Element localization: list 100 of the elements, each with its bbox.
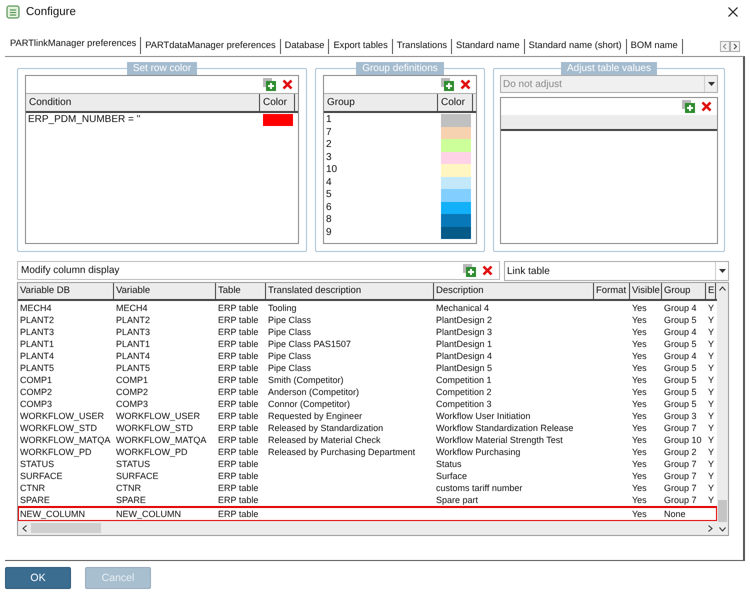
column-header: Color: [260, 94, 295, 111]
vertical-scrollbar[interactable]: [717, 283, 728, 535]
scroll-up-icon[interactable]: [719, 286, 726, 291]
scroll-down-icon[interactable]: [719, 527, 726, 532]
color-swatch[interactable]: [263, 114, 293, 126]
group-title: Set row color: [126, 62, 198, 75]
color-swatch[interactable]: [441, 214, 471, 226]
tab[interactable]: Standard name: [452, 39, 525, 54]
group-title: Adjust table values: [561, 62, 657, 75]
delete-icon[interactable]: [482, 265, 493, 276]
table-cell-text: MECH4: [115, 302, 149, 314]
horizontal-scrollbar[interactable]: [18, 521, 717, 535]
add-icon[interactable]: [682, 100, 695, 113]
table-cell-text: PLANT1: [19, 338, 56, 350]
scroll-thumb[interactable]: [31, 523, 101, 533]
add-icon[interactable]: [263, 78, 276, 91]
table-cell-text: WORKFLOW_MATQA: [19, 434, 112, 446]
table-cell-text: Group 3: [663, 410, 698, 422]
color-swatch[interactable]: [441, 202, 471, 214]
scroll-right-icon[interactable]: [708, 524, 713, 532]
table-cell-text: Group 10: [663, 434, 703, 446]
table-cell-text: ERP table: [217, 314, 260, 326]
column-header[interactable]: E: [706, 283, 716, 299]
column-header[interactable]: Visible: [630, 283, 662, 299]
add-icon[interactable]: [441, 78, 454, 91]
table-cell-text: WORKFLOW_STD: [19, 422, 98, 434]
table-cell-text: Mechanical 4: [435, 302, 490, 314]
table-cell-text: Group 7: [663, 482, 698, 494]
delete-icon[interactable]: [701, 101, 712, 112]
color-swatch[interactable]: [441, 189, 471, 202]
tab[interactable]: Standard name (short): [524, 39, 627, 54]
column-header[interactable]: Translated description: [266, 283, 434, 299]
color-swatch[interactable]: [441, 139, 471, 152]
group-number[interactable]: 7: [324, 126, 441, 139]
table-cell-text: Connor (Competitor): [267, 398, 352, 410]
tab[interactable]: PARTlinkManager preferences: [6, 37, 142, 54]
table-cell-text: Yes: [631, 314, 648, 326]
scroll-right-icon[interactable]: [730, 41, 740, 52]
table-cell-text: ERP table: [217, 434, 260, 446]
group-number[interactable]: 5: [324, 189, 441, 202]
table-cell-text: Competition 2: [435, 386, 493, 398]
table-cell-text: Y: [707, 410, 716, 422]
table-cell-text: Group 7: [663, 470, 698, 482]
table-cell-text: ERP table: [217, 446, 260, 458]
table-cell-text: PLANT4: [115, 350, 152, 362]
color-swatch[interactable]: [441, 164, 471, 176]
column-header[interactable]: Table: [216, 283, 266, 299]
table-cell-text: COMP2: [115, 386, 150, 398]
table-cell-text: Y: [707, 326, 716, 338]
group-number[interactable]: 1: [324, 114, 441, 126]
group-number[interactable]: 10: [324, 164, 441, 176]
table-cell-text: COMP1: [115, 374, 150, 386]
table-cell-text: Workflow Standardization Release: [435, 422, 574, 434]
ok-button[interactable]: OK: [5, 567, 71, 589]
table-cell-text: PLANT5: [19, 362, 56, 374]
tab[interactable]: Translations: [392, 39, 452, 54]
color-swatch[interactable]: [441, 152, 471, 164]
column-header[interactable]: Variable: [114, 283, 216, 299]
table-cell-text: Yes: [631, 398, 648, 410]
color-swatch[interactable]: [441, 114, 471, 126]
column-header[interactable]: Variable DB: [18, 283, 114, 299]
highlighted-row[interactable]: NEW_COLUMN NEW_COLUMN ERP table Yes None: [18, 507, 717, 521]
tab[interactable]: Export tables: [329, 39, 393, 54]
add-icon[interactable]: [463, 264, 476, 277]
table-cell-text: Yes: [631, 434, 648, 446]
column-header[interactable]: Format: [594, 283, 630, 299]
column-header: Group: [324, 94, 438, 111]
column-header[interactable]: Group: [662, 283, 706, 299]
table-cell-text: Group 5: [663, 386, 698, 398]
dropdown[interactable]: Link table: [504, 261, 729, 281]
column-header: Color: [438, 94, 473, 111]
group-number[interactable]: 3: [324, 152, 441, 164]
table-cell-text: Tooling: [267, 302, 298, 314]
color-swatch[interactable]: [441, 126, 471, 139]
column-header[interactable]: Description: [434, 283, 594, 299]
group-number[interactable]: 2: [324, 139, 441, 152]
table-cell-text: Requested by Engineer: [267, 410, 364, 422]
color-swatch[interactable]: [441, 176, 471, 189]
tab[interactable]: BOM name: [626, 39, 683, 54]
table-cell-text: Released by Standardization: [267, 422, 384, 434]
table-cell-text: customs tariff number: [435, 482, 524, 494]
table-cell-text: CTNR: [115, 482, 142, 494]
table-cell-text: PlantDesign 2: [435, 314, 494, 326]
table-cell-text: MECH4: [19, 302, 53, 314]
color-swatch[interactable]: [441, 226, 471, 239]
group-number[interactable]: 6: [324, 202, 441, 214]
scroll-thumb[interactable]: [718, 500, 727, 522]
tab[interactable]: PARTdataManager preferences: [141, 39, 281, 54]
group-number[interactable]: 8: [324, 214, 441, 226]
tab[interactable]: Database: [280, 39, 330, 54]
table-cell-text: Pipe Class: [267, 350, 312, 362]
scroll-left-icon[interactable]: [22, 524, 27, 532]
delete-icon[interactable]: [282, 79, 293, 90]
table-cell-text: Yes: [631, 326, 648, 338]
table-cell-text: STATUS: [19, 458, 56, 470]
condition-text[interactable]: ERP_PDM_NUMBER = '': [26, 114, 263, 126]
group-number[interactable]: 4: [324, 176, 441, 189]
close-icon[interactable]: [728, 7, 738, 17]
group-number[interactable]: 9: [324, 226, 441, 239]
delete-icon[interactable]: [460, 79, 471, 90]
